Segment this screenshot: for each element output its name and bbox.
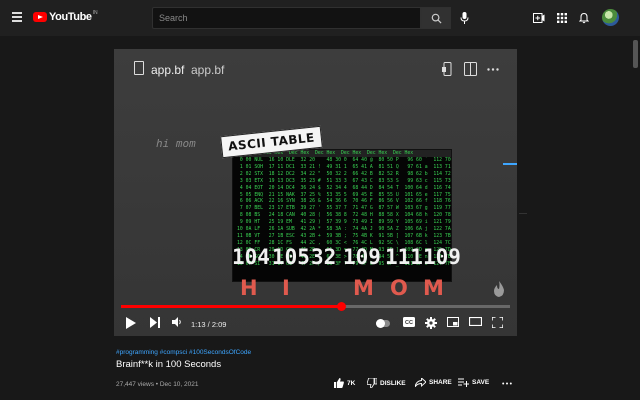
progress-bar[interactable]	[121, 302, 510, 311]
chapter-marker	[503, 163, 517, 165]
decoded-letter: H	[240, 276, 258, 300]
player-controls: 1:13 / 2:09 CC	[114, 311, 517, 336]
char-code: 105	[272, 245, 310, 269]
search-box[interactable]	[152, 7, 421, 29]
apps-grid-icon	[556, 12, 567, 23]
thumbs-up-icon	[334, 378, 344, 388]
file-icon	[134, 61, 144, 75]
autoplay-toggle[interactable]	[376, 319, 390, 328]
like-button[interactable]: 7K	[334, 378, 355, 388]
char-code: 109	[423, 245, 461, 269]
video-frame: app.bf app.bf hi mom Dec Hex Dec Hex Dec…	[114, 49, 517, 336]
char-code: 32	[311, 245, 337, 269]
video-meta: 27,447 views • Dec 10, 2021	[116, 381, 199, 388]
menu-icon[interactable]	[12, 12, 22, 22]
theater-icon	[469, 317, 482, 326]
next-icon	[150, 317, 160, 328]
flame-icon	[494, 281, 504, 297]
like-count: 7K	[347, 379, 356, 387]
theater-mode-button[interactable]	[469, 317, 482, 326]
miniplayer-icon	[447, 317, 459, 327]
video-player[interactable]: app.bf app.bf hi mom Dec Hex Dec Hex Dec…	[114, 49, 517, 336]
time-display: 1:13 / 2:09	[191, 320, 227, 329]
more-options-icon	[487, 68, 499, 71]
create-button[interactable]	[532, 11, 545, 24]
logo-text: YouTube	[49, 11, 92, 23]
cc-icon: CC	[403, 317, 415, 327]
thumbs-down-icon	[367, 378, 377, 388]
editor-tab-bar: app.bf app.bf	[114, 49, 517, 91]
voice-search-button[interactable]	[456, 9, 473, 26]
editor-file-path: app.bf	[191, 63, 225, 77]
share-button[interactable]: SHARE	[415, 378, 452, 387]
more-actions-button[interactable]	[502, 382, 515, 385]
fullscreen-icon	[492, 317, 503, 328]
split-editor-icon	[464, 62, 477, 76]
divider	[519, 213, 527, 214]
code-comment: hi mom	[156, 137, 196, 150]
subtitles-button[interactable]: CC	[403, 317, 415, 327]
dislike-button[interactable]: DISLIKE	[367, 378, 406, 388]
logo-country-code: IN	[92, 10, 98, 16]
gear-icon	[425, 317, 437, 329]
decoded-letter: M	[423, 276, 444, 300]
char-code: 104	[232, 245, 270, 269]
video-title: Brainf**k in 100 Seconds	[116, 359, 222, 370]
save-button[interactable]: SAVE	[458, 378, 489, 387]
user-avatar[interactable]	[602, 9, 619, 26]
phone-icon	[442, 62, 452, 76]
fullscreen-button[interactable]	[492, 317, 503, 328]
search-input[interactable]	[153, 8, 420, 28]
bell-icon	[578, 12, 589, 23]
microphone-icon	[460, 11, 469, 24]
char-code: 111	[385, 245, 423, 269]
search-icon	[431, 13, 442, 24]
notifications-button[interactable]	[577, 11, 590, 24]
share-label: SHARE	[429, 379, 452, 386]
svg-text:CC: CC	[405, 320, 413, 326]
more-horizontal-icon	[502, 382, 512, 385]
volume-icon	[172, 317, 181, 327]
next-button[interactable]	[150, 317, 160, 328]
char-code: 109	[343, 245, 381, 269]
search-button[interactable]	[421, 7, 451, 29]
youtube-play-icon	[33, 12, 47, 22]
decoded-letter: I	[282, 276, 290, 300]
top-bar: YouTube IN	[0, 0, 640, 36]
progress-fill	[121, 305, 342, 308]
save-label: SAVE	[472, 379, 490, 386]
page-scrollbar[interactable]	[633, 40, 638, 68]
create-video-icon	[532, 12, 544, 23]
youtube-logo[interactable]: YouTube IN	[33, 10, 98, 23]
miniplayer-button[interactable]	[447, 317, 459, 327]
share-icon	[415, 378, 426, 387]
sidebar-area	[517, 49, 640, 336]
dislike-label: DISLIKE	[380, 379, 406, 387]
settings-button[interactable]	[425, 317, 437, 329]
decoded-letter: O	[390, 276, 408, 300]
play-icon	[126, 317, 136, 329]
apps-button[interactable]	[555, 11, 568, 24]
volume-button[interactable]	[172, 317, 182, 327]
play-button[interactable]	[126, 317, 136, 329]
editor-file-name: app.bf	[151, 63, 185, 77]
add-to-playlist-icon	[458, 378, 469, 387]
decoded-letter: M	[353, 276, 374, 300]
video-hashtags[interactable]: #programming #compsci #100SecondsOfCode	[116, 349, 251, 356]
